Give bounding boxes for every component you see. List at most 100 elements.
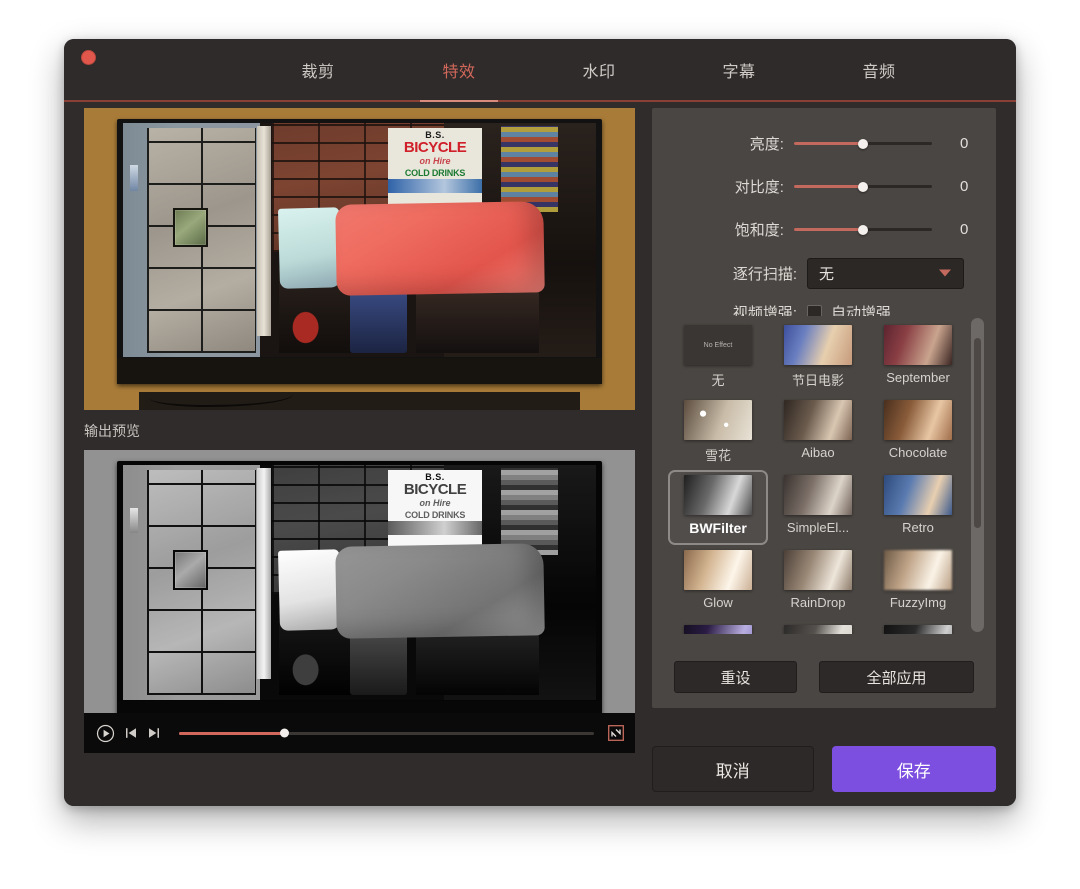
filter-label: Retro xyxy=(902,520,934,535)
contrast-label: 对比度: xyxy=(734,179,784,196)
contrast-slider[interactable] xyxy=(793,181,933,192)
title-bar: 裁剪 特效 水印 字幕 音频 xyxy=(64,39,1016,102)
effects-column: 亮度: 0 对比度: 0 饱和度: 0 逐行扫描: 无 视频增强: 自动增强 N… xyxy=(652,108,996,798)
app-window: 裁剪 特效 水印 字幕 音频 B.S. BICYCLE on Hire COLD… xyxy=(64,39,1016,806)
sign-line-2: BICYCLE xyxy=(403,481,467,499)
scene-door-frame xyxy=(256,125,271,337)
tab-subtitle[interactable]: 字幕 xyxy=(675,39,803,100)
sign-banner xyxy=(387,520,483,535)
scene-picture-frame xyxy=(172,549,209,590)
scene-cyan-cover xyxy=(278,206,342,288)
fullscreen-icon[interactable] xyxy=(608,725,624,741)
filter-thumbnail xyxy=(784,475,852,515)
filter-grid-container[interactable]: No Effect 无 节日电影 September 雪花 Aibao Choc… xyxy=(662,316,986,634)
filter-grid-scrollbar[interactable] xyxy=(971,318,984,632)
filter-thumbnail xyxy=(784,325,852,365)
reset-button[interactable]: 重设 xyxy=(674,661,797,693)
filter-item-aibao[interactable]: Aibao xyxy=(768,395,868,470)
filter-item-retro[interactable]: Retro xyxy=(868,470,968,545)
saturation-slider[interactable] xyxy=(793,224,933,235)
filter-label: Aibao xyxy=(801,445,835,460)
tab-effects[interactable]: 特效 xyxy=(395,39,523,102)
skip-previous-icon[interactable] xyxy=(124,726,138,740)
filter-item-holiday[interactable]: 节日电影 xyxy=(768,320,868,395)
scrollbar-thumb[interactable] xyxy=(974,338,981,528)
scene-red-tarp xyxy=(335,543,545,639)
preview-column: B.S. BICYCLE on Hire COLD DRINKS 输出预览 B.… xyxy=(84,108,635,798)
scene-shelf-goods xyxy=(501,125,558,213)
slider-thumb[interactable] xyxy=(858,138,869,149)
scene-tv-screen: B.S. BICYCLE on Hire COLD DRINKS xyxy=(123,465,596,701)
slider-thumb[interactable] xyxy=(858,181,869,192)
tab-audio[interactable]: 音频 xyxy=(815,39,943,100)
scene-shelf-goods xyxy=(501,467,558,555)
player-controls xyxy=(84,713,635,753)
filter-item-partial-1[interactable] xyxy=(668,620,768,634)
filter-thumbnail xyxy=(884,550,952,590)
filter-item-snow[interactable]: 雪花 xyxy=(668,395,768,470)
window-body: B.S. BICYCLE on Hire COLD DRINKS 输出预览 B.… xyxy=(64,102,1016,806)
scene-tv: B.S. BICYCLE on Hire COLD DRINKS xyxy=(117,460,602,728)
slider-thumb[interactable] xyxy=(858,224,869,235)
source-preview: B.S. BICYCLE on Hire COLD DRINKS xyxy=(84,108,635,410)
adjustment-controls: 亮度: 0 对比度: 0 饱和度: 0 逐行扫描: 无 视频增强: 自动增强 xyxy=(652,122,996,329)
filter-item-partial-2[interactable] xyxy=(768,620,868,634)
filter-thumbnail xyxy=(684,400,752,440)
sign-banner xyxy=(387,178,483,193)
skip-next-icon[interactable] xyxy=(147,726,161,740)
filter-label: September xyxy=(886,370,950,385)
playback-progress-slider[interactable] xyxy=(179,728,594,738)
tab-label: 水印 xyxy=(582,63,616,81)
slider-fill xyxy=(793,142,864,145)
filter-item-fuzzyimg[interactable]: FuzzyImg xyxy=(868,545,968,620)
deinterlace-row: 逐行扫描: 无 xyxy=(652,251,996,295)
progress-fill xyxy=(179,731,285,735)
filter-item-none[interactable]: No Effect 无 xyxy=(668,320,768,395)
scene-tv-base xyxy=(117,357,602,385)
brightness-slider[interactable] xyxy=(793,138,933,149)
filter-label: BWFilter xyxy=(689,520,747,536)
filter-item-partial-3[interactable] xyxy=(868,620,968,634)
filter-item-glow[interactable]: Glow xyxy=(668,545,768,620)
panel-action-bar: 重设 全部应用 xyxy=(652,646,996,708)
tab-crop[interactable]: 裁剪 xyxy=(254,39,382,100)
scene-tv-screen: B.S. BICYCLE on Hire COLD DRINKS xyxy=(123,123,596,358)
apply-all-button[interactable]: 全部应用 xyxy=(819,661,974,693)
scene-tv: B.S. BICYCLE on Hire COLD DRINKS xyxy=(117,118,602,385)
filter-thumbnail xyxy=(784,550,852,590)
cancel-button[interactable]: 取消 xyxy=(652,746,814,792)
filter-item-september[interactable]: September xyxy=(868,320,968,395)
filter-thumbnail xyxy=(784,400,852,440)
filter-thumbnail xyxy=(784,625,852,634)
filter-label: SimpleEl... xyxy=(786,520,850,535)
filter-thumbnail xyxy=(684,625,752,634)
play-circle-icon[interactable] xyxy=(96,724,115,743)
scene-sticker xyxy=(129,165,139,192)
tab-watermark[interactable]: 水印 xyxy=(535,39,663,100)
screen: 裁剪 特效 水印 字幕 音频 B.S. BICYCLE on Hire COLD… xyxy=(0,0,1080,889)
filter-item-simpleelegance[interactable]: SimpleEl... xyxy=(768,470,868,545)
filter-item-bwfilter[interactable]: BWFilter xyxy=(668,470,768,545)
dialog-action-bar: 取消 保存 xyxy=(652,746,996,792)
scene-picture-frame xyxy=(172,207,209,248)
filter-label: 节日电影 xyxy=(791,373,844,388)
sign-line-4: COLD DRINKS xyxy=(404,509,466,520)
saturation-label: 饱和度: xyxy=(734,222,784,239)
brightness-label: 亮度: xyxy=(749,136,784,153)
filter-item-chocolate[interactable]: Chocolate xyxy=(868,395,968,470)
saturation-value: 0 xyxy=(959,221,969,238)
filter-label: Glow xyxy=(703,595,733,610)
sign-line-4: COLD DRINKS xyxy=(404,167,466,178)
progress-thumb[interactable] xyxy=(280,728,290,738)
chevron-down-icon xyxy=(939,269,951,277)
sign-line-3: on Hire xyxy=(419,156,451,167)
output-preview: B.S. BICYCLE on Hire COLD DRINKS xyxy=(84,450,635,753)
filter-label: FuzzyImg xyxy=(889,595,947,610)
deinterlace-select[interactable]: 无 xyxy=(807,257,964,289)
save-button[interactable]: 保存 xyxy=(831,746,996,792)
output-scene: B.S. BICYCLE on Hire COLD DRINKS xyxy=(84,450,635,753)
deinterlace-label: 逐行扫描: xyxy=(732,265,797,283)
tab-bar: 裁剪 特效 水印 字幕 音频 xyxy=(64,39,1016,102)
scene-door-frame xyxy=(256,467,271,679)
filter-item-raindrop[interactable]: RainDrop xyxy=(768,545,868,620)
